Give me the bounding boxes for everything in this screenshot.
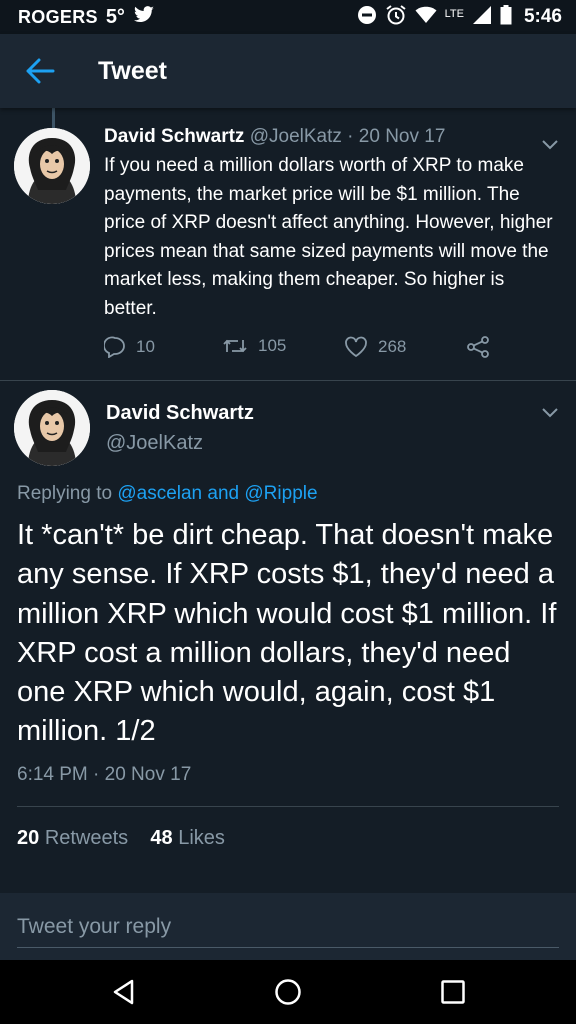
- author-handle[interactable]: @JoelKatz: [106, 432, 203, 455]
- likes-label: Likes: [178, 827, 225, 849]
- reply-button[interactable]: 10: [104, 336, 155, 358]
- mention-link[interactable]: @ascelan: [117, 483, 202, 504]
- home-circle-icon: [275, 979, 301, 1005]
- chevron-down-icon: [542, 408, 558, 418]
- page-title: Tweet: [98, 56, 167, 85]
- like-count: 268: [378, 337, 407, 356]
- temperature-label: 5°: [105, 5, 125, 28]
- app-bar: Tweet: [0, 34, 576, 108]
- engagement-stats: 20 Retweets 48 Likes: [17, 827, 225, 850]
- retweets-label: Retweets: [44, 827, 129, 849]
- retweets-stat[interactable]: 20 Retweets: [17, 827, 128, 849]
- carrier-label: ROGERS: [18, 6, 98, 27]
- share-icon: [467, 336, 489, 358]
- status-bar-right: LTE 5:46: [357, 4, 562, 31]
- retweet-icon: [223, 339, 247, 353]
- thread-connector-line: [52, 108, 55, 130]
- dnd-icon: [357, 5, 377, 30]
- network-type-label: LTE: [444, 7, 464, 20]
- like-button[interactable]: 268: [344, 336, 406, 358]
- tweet-timestamp: 6:14 PM · 20 Nov 17: [17, 764, 192, 785]
- back-button[interactable]: [0, 34, 80, 108]
- author-handle[interactable]: @JoelKatz: [250, 126, 342, 147]
- chevron-down-icon: [542, 140, 558, 150]
- reply-input[interactable]: [17, 907, 559, 948]
- replying-prefix: Replying to: [17, 483, 113, 504]
- author-name[interactable]: David Schwartz: [104, 126, 244, 147]
- nav-recents-button[interactable]: [433, 972, 473, 1012]
- alarm-icon: [385, 4, 407, 31]
- reply-count: 10: [136, 337, 155, 356]
- status-bar-left: ROGERS 5°: [18, 6, 155, 29]
- battery-icon: [500, 4, 512, 30]
- clock-label: 5:46: [523, 6, 562, 27]
- replying-to-line: Replying to @ascelan and @Ripple: [17, 483, 318, 505]
- parent-tweet-text: If you need a million dollars worth of X…: [104, 155, 553, 319]
- retweet-total: 20: [17, 827, 40, 849]
- replying-and: and: [207, 483, 240, 504]
- back-triangle-icon: [113, 979, 134, 1005]
- main-tweet-text: It *can't* be dirt cheap. That doesn't m…: [17, 519, 557, 748]
- twitter-icon: [133, 5, 155, 29]
- status-bar: ROGERS 5° LTE 5:46: [0, 0, 576, 34]
- tweet-menu-button[interactable]: [540, 134, 560, 154]
- parent-tweet[interactable]: David Schwartz @JoelKatz · 20 Nov 17 If …: [0, 108, 576, 380]
- tweet-divider: [0, 380, 576, 381]
- reply-icon: [104, 336, 125, 358]
- recents-square-icon: [441, 980, 465, 1004]
- avatar[interactable]: [14, 390, 90, 466]
- like-total: 48: [150, 827, 173, 849]
- retweet-count: 105: [258, 336, 287, 355]
- nav-back-button[interactable]: [104, 972, 144, 1012]
- system-nav-bar: [0, 960, 576, 1024]
- nav-home-button[interactable]: [268, 972, 308, 1012]
- header-separator: ·: [347, 126, 354, 147]
- retweet-button[interactable]: 105: [222, 336, 286, 356]
- author-name[interactable]: David Schwartz: [106, 402, 254, 425]
- signal-icon: [472, 5, 492, 30]
- arrow-left-icon: [26, 58, 55, 84]
- stats-divider: [17, 806, 559, 807]
- heart-icon: [345, 336, 367, 358]
- share-button[interactable]: [466, 336, 490, 358]
- parent-tweet-actions: 10 105 268: [104, 336, 524, 362]
- likes-stat[interactable]: 48 Likes: [150, 827, 225, 849]
- wifi-icon: [415, 6, 437, 29]
- mention-link[interactable]: @Ripple: [244, 483, 317, 504]
- tweet-menu-button[interactable]: [540, 402, 560, 422]
- tweet-date: 20 Nov 17: [358, 126, 446, 147]
- parent-tweet-header: David Schwartz @JoelKatz · 20 Nov 17: [104, 126, 445, 148]
- avatar[interactable]: [14, 128, 90, 204]
- reply-bar: [0, 893, 576, 960]
